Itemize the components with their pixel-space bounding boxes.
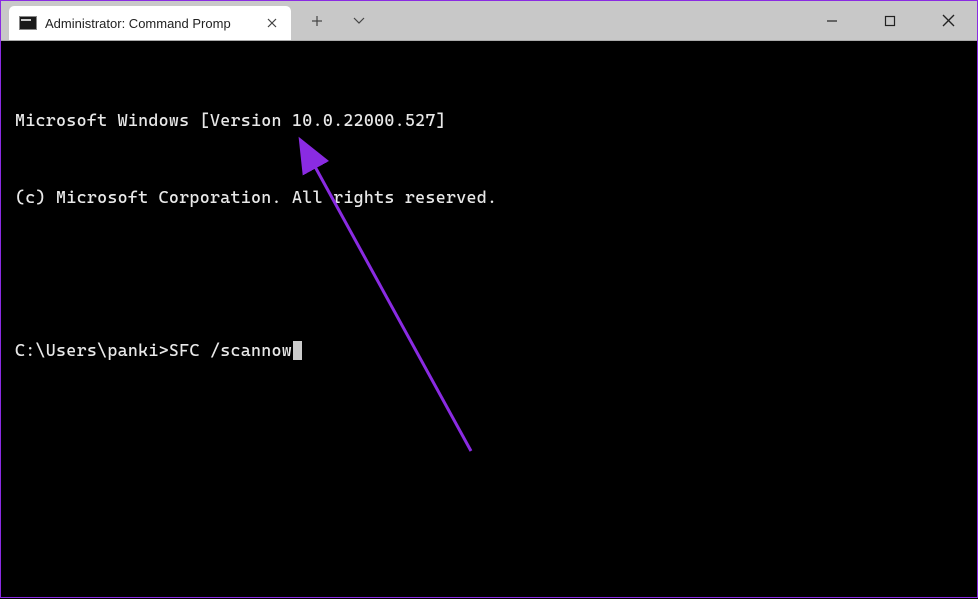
window-controls — [803, 1, 977, 40]
terminal-tab[interactable]: Administrator: Command Promp — [9, 6, 291, 40]
tab-title: Administrator: Command Promp — [45, 16, 257, 31]
close-window-button[interactable] — [919, 1, 977, 40]
terminal-area[interactable]: Microsoft Windows [Version 10.0.22000.52… — [1, 41, 977, 405]
titlebar: Administrator: Command Promp — [1, 1, 977, 41]
close-tab-button[interactable] — [261, 12, 283, 34]
terminal-prompt: C:\Users\panki> — [15, 340, 169, 360]
terminal-prompt-line: C:\Users\panki>SFC /scannow — [15, 338, 963, 364]
tab-actions — [305, 1, 371, 40]
new-tab-button[interactable] — [305, 9, 329, 33]
cmd-icon — [19, 16, 37, 30]
tab-dropdown-button[interactable] — [347, 9, 371, 33]
maximize-button[interactable] — [861, 1, 919, 40]
terminal-command: SFC /scannow — [169, 340, 292, 360]
minimize-button[interactable] — [803, 1, 861, 40]
terminal-blank-line — [15, 261, 963, 287]
terminal-output-line: Microsoft Windows [Version 10.0.22000.52… — [15, 108, 963, 134]
terminal-cursor — [293, 341, 302, 360]
terminal-output-line: (c) Microsoft Corporation. All rights re… — [15, 185, 963, 211]
